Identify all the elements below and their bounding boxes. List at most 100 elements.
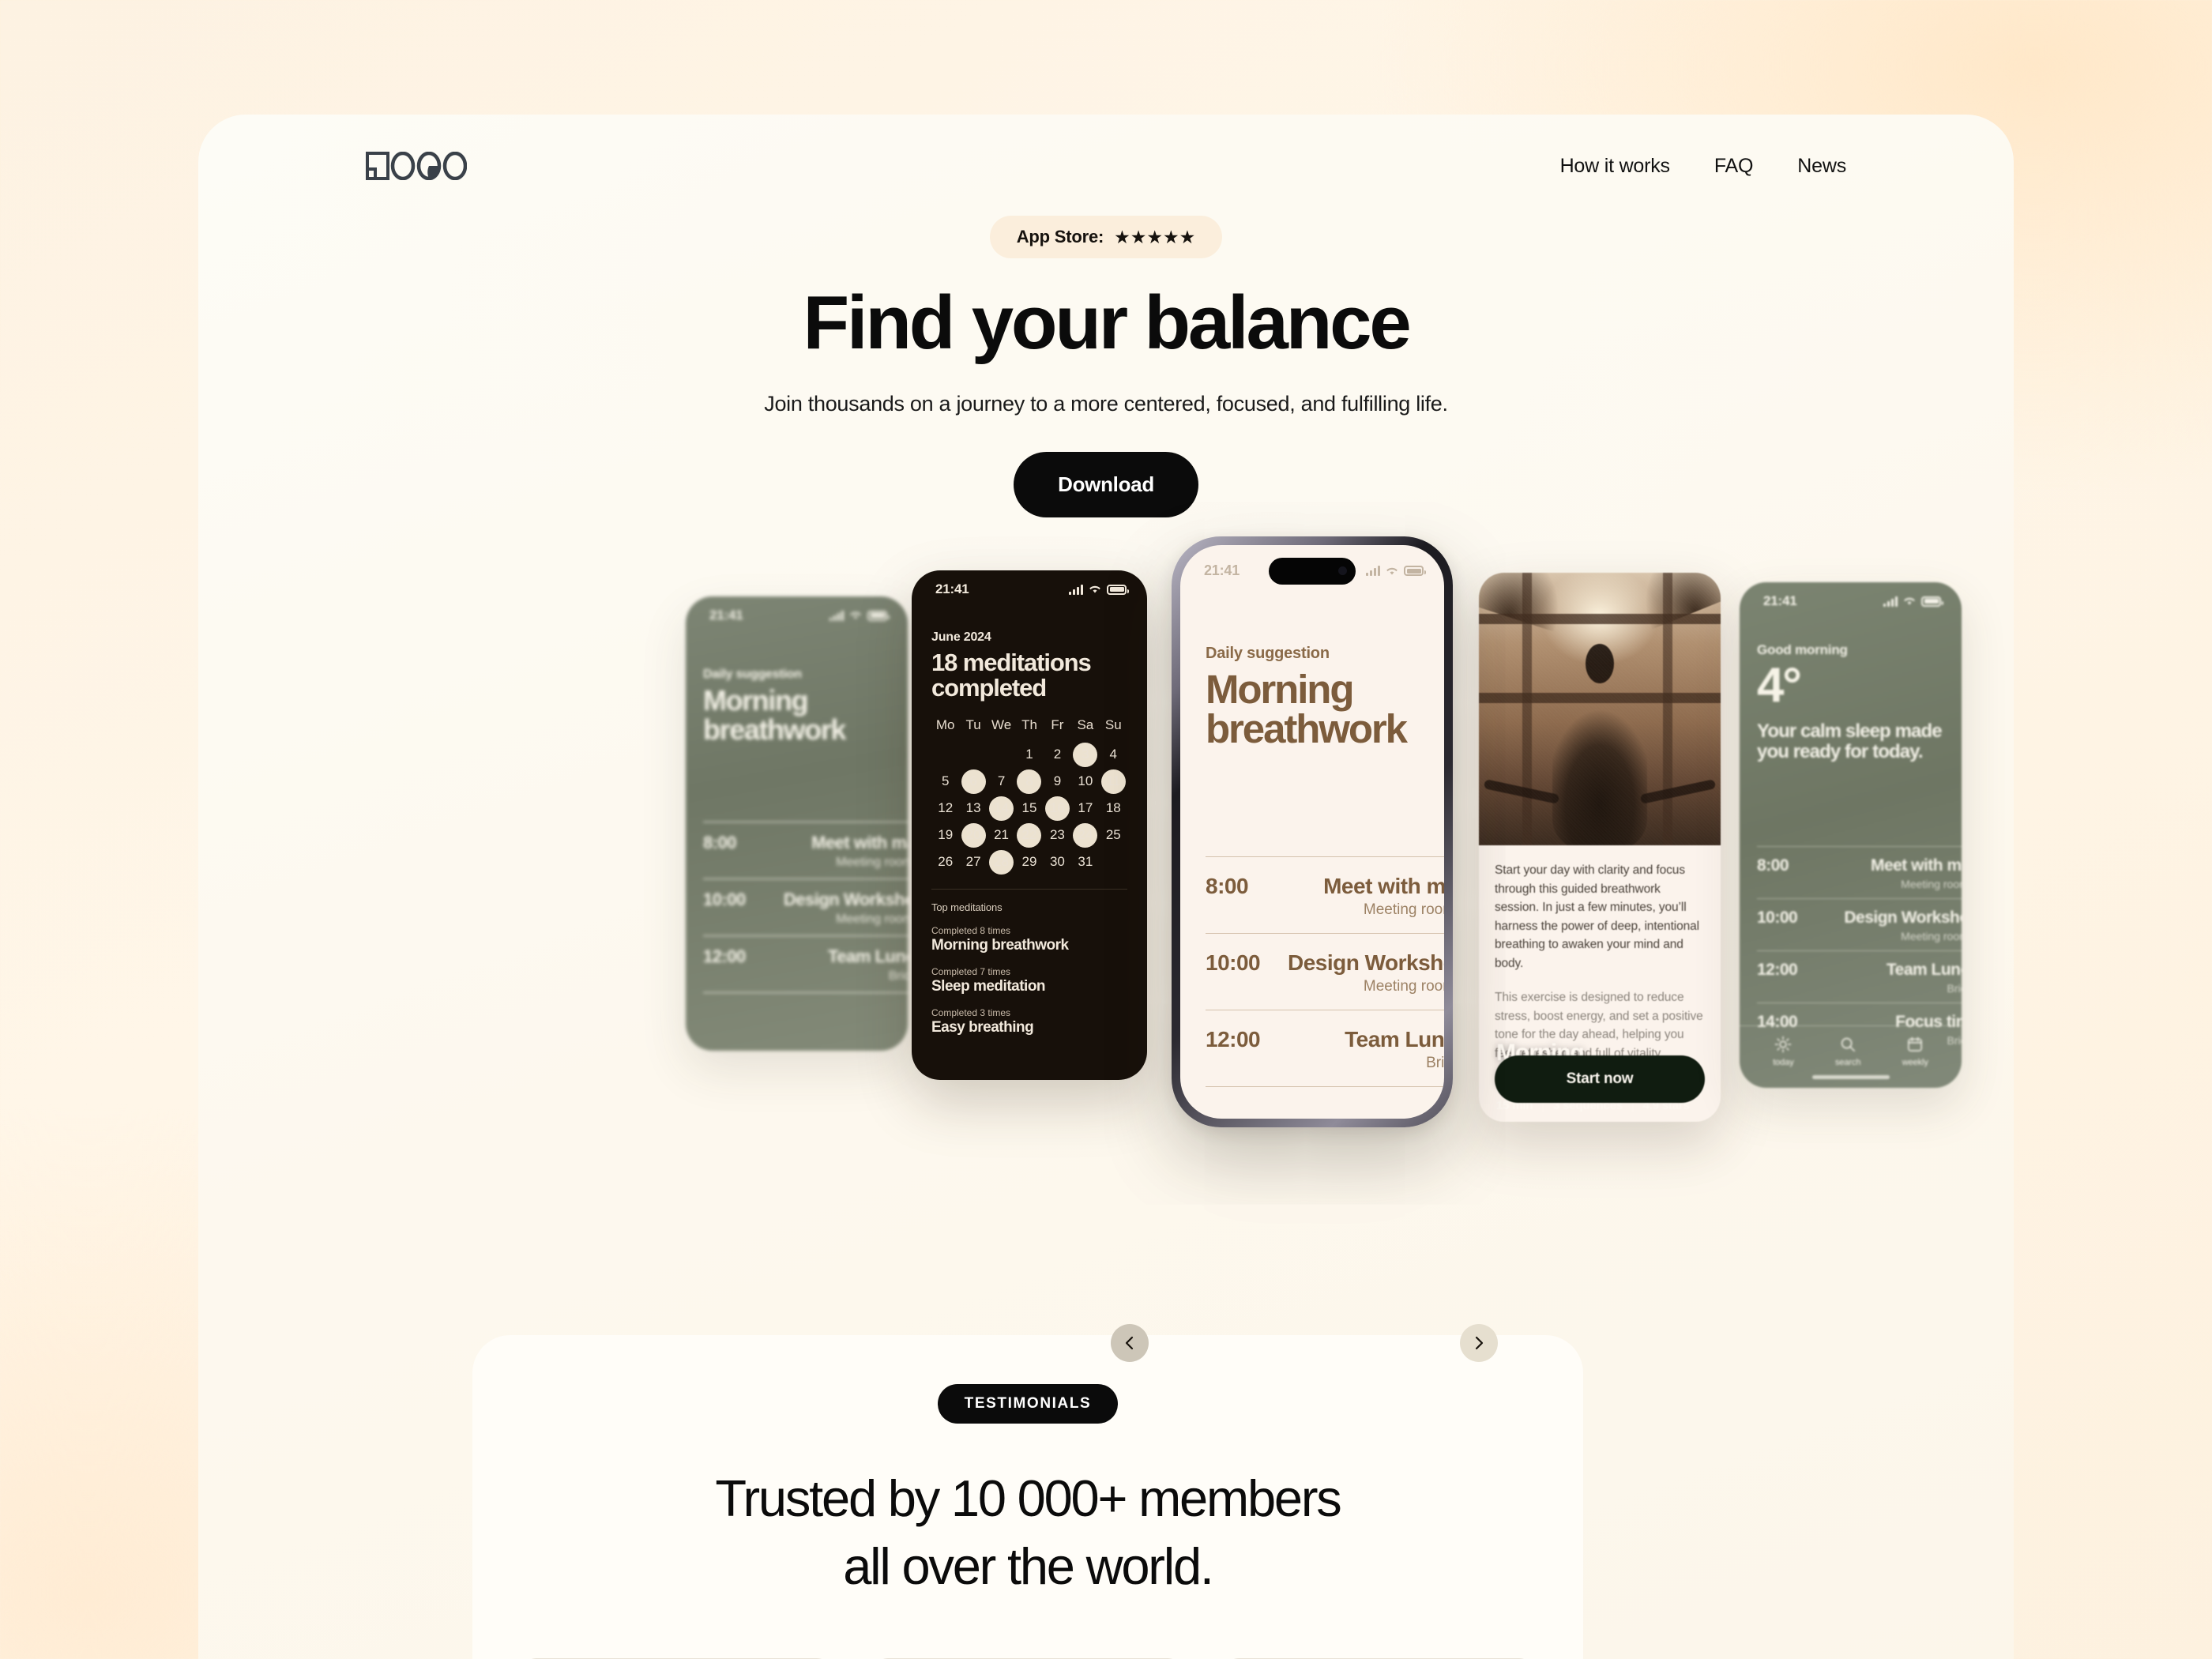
app-store-rating-badge: App Store: ★★★★★ [989,216,1223,258]
agenda-title: Team Lunch [1886,961,1962,979]
phone5-screen: 21:41 Good morning 4° Your calm sleep ma… [1740,582,1962,1088]
agenda-time: 12:00 [703,946,746,966]
agenda-title: Team Lunch [828,946,908,966]
testimonials-title-line-1: Trusted by 10 000+ members [715,1469,1341,1527]
search-icon [1841,1037,1856,1052]
calendar-day[interactable]: 10 [1071,768,1099,795]
top-meditations-section: Top meditations Completed 8 times Mornin… [931,889,1127,1036]
calendar-day[interactable]: 13 [959,795,987,822]
start-now-button[interactable]: Start now [1495,1055,1705,1103]
agenda-row: 8:00 Meet with max Meeting room X [703,822,908,878]
agenda-row: 10:00 Design Workshop Meeting room X [1757,898,1962,950]
calendar-day[interactable]: 22 [1015,822,1043,848]
calendar-day[interactable]: 5 [931,768,959,795]
carousel-next-button[interactable] [1460,1324,1498,1362]
agenda-time: 8:00 [703,833,737,852]
calendar-day[interactable]: 29 [1015,848,1043,875]
top-meditation-item: Completed 7 times Sleep meditation [931,966,1127,995]
agenda-time: 10:00 [703,890,746,909]
tab-today[interactable]: today [1773,1036,1794,1067]
phone3-body: Daily suggestion Morning breathwork [1206,645,1419,750]
top-meditation-count: Completed 7 times [931,966,1011,978]
calendar-day[interactable]: 30 [1044,848,1071,875]
calendar-week-row: 1234 [931,741,1127,768]
agenda-row: 12:00 Team Lunch Bridge [1206,1010,1444,1087]
calendar-day[interactable]: 19 [931,822,959,848]
calendar-day[interactable]: 12 [931,795,959,822]
phone-mockup-left: 21:41 Daily suggestion Morning breathwor… [686,596,908,1051]
calendar-day[interactable]: 9 [1044,768,1071,795]
calendar-week-row: 19 20 21 22 23 24 25 [931,822,1127,848]
calendar-day[interactable]: 1 [1015,741,1043,768]
calendar-day[interactable]: 21 [988,822,1015,848]
calendar-day[interactable]: 3 [1071,741,1099,768]
calendar-day[interactable]: 23 [1044,822,1071,848]
nav-item-faq[interactable]: FAQ [1714,155,1754,178]
session-paragraph-1: Start your day with clarity and focus th… [1495,863,1700,970]
logo[interactable]: LOGO [366,152,467,180]
calendar-day[interactable]: 27 [959,848,987,875]
main-nav: How it works FAQ News [1560,155,1847,178]
calendar-day[interactable]: 17 [1071,795,1099,822]
agenda-row: 12:00 Team Lunch Bridge [1757,950,1962,1003]
status-time: 21:41 [1204,562,1240,578]
phone-mockup-calendar: 21:41 June 2024 18 meditations completed… [912,570,1147,1080]
nav-item-news[interactable]: News [1797,155,1846,178]
calendar-day[interactable]: 20 [959,822,987,848]
phone1-body: Daily suggestion Morning breathwork [703,668,890,744]
calendar-icon [1908,1036,1923,1051]
calendar-day[interactable]: 16 [1044,795,1071,822]
top-meditation-item: Completed 3 times Easy breathing [931,1007,1127,1036]
calendar-day-empty [959,741,987,768]
calendar-day[interactable]: 15 [1015,795,1043,822]
signal-icon [830,610,844,621]
phone3-kicker: Daily suggestion [1206,645,1330,662]
calendar-day[interactable]: 7 [988,768,1015,795]
phone-mockup-center: 21:41 Daily suggestion Morning breathwor… [1172,536,1453,1127]
phone1-title: Morning breathwork [703,684,846,746]
agenda-sub: Bridge [888,969,908,983]
carousel-prev-button[interactable] [1111,1324,1149,1362]
weekday-su: Su [1104,717,1122,733]
weekday-we: We [991,717,1012,733]
download-button[interactable]: Download [1014,452,1198,518]
chevron-left-icon [1125,1336,1134,1350]
calendar-day[interactable]: 31 [1071,848,1099,875]
calendar-day[interactable]: 4 [1100,741,1127,768]
phone5-body: Good morning 4° Your calm sleep made you… [1757,642,1944,763]
agenda-row: 8:00 Meet with max Meeting room X [1206,856,1444,933]
temperature-value: 4° [1757,658,1802,713]
calendar-day[interactable]: 25 [1100,822,1127,848]
nav-item-how-it-works[interactable]: How it works [1560,155,1670,178]
calendar-weekday-header: Mo Tu We Th Fr Sa Su [931,717,1127,741]
weekday-fr: Fr [1051,717,1064,733]
agenda-time: 8:00 [1206,874,1249,898]
top-meditation-name: Sleep meditation [931,978,1046,995]
calendar-day[interactable]: 14 [988,795,1015,822]
tab-search[interactable]: search [1834,1036,1861,1067]
calendar-day[interactable]: 11 [1100,768,1127,795]
battery-icon [1107,584,1129,595]
calendar-day[interactable]: 8 [1015,768,1043,795]
signal-icon [1069,584,1083,595]
status-time: 21:41 [935,581,969,596]
status-time: 21:41 [709,608,743,623]
agenda-row: 10:00 Design Workshop Meeting room X [1206,933,1444,1010]
wifi-icon [1386,567,1398,574]
tab-weekly[interactable]: weekly [1902,1036,1928,1067]
tab-label: search [1834,1058,1861,1067]
calendar-day[interactable]: 6 [959,768,987,795]
calendar-day[interactable]: 28 [988,848,1015,875]
session-description: Start your day with clarity and focus th… [1495,861,1705,1063]
agenda-sub: Meeting room X [836,856,908,869]
phone1-status-bar: 21:41 [686,596,908,623]
agenda-time: 10:00 [1206,950,1261,975]
calendar-day[interactable]: 24 [1071,822,1099,848]
top-meditation-name: Morning breathwork [931,937,1069,954]
agenda-sub: Bridge [1947,982,1962,995]
phone5-agenda: 8:00 Meet with max Meeting room X 10:00 D… [1757,846,1962,1055]
calendar-day[interactable]: 2 [1044,741,1071,768]
calendar-day[interactable]: 26 [931,848,959,875]
status-icons [1069,584,1129,595]
calendar-day[interactable]: 18 [1100,795,1127,822]
